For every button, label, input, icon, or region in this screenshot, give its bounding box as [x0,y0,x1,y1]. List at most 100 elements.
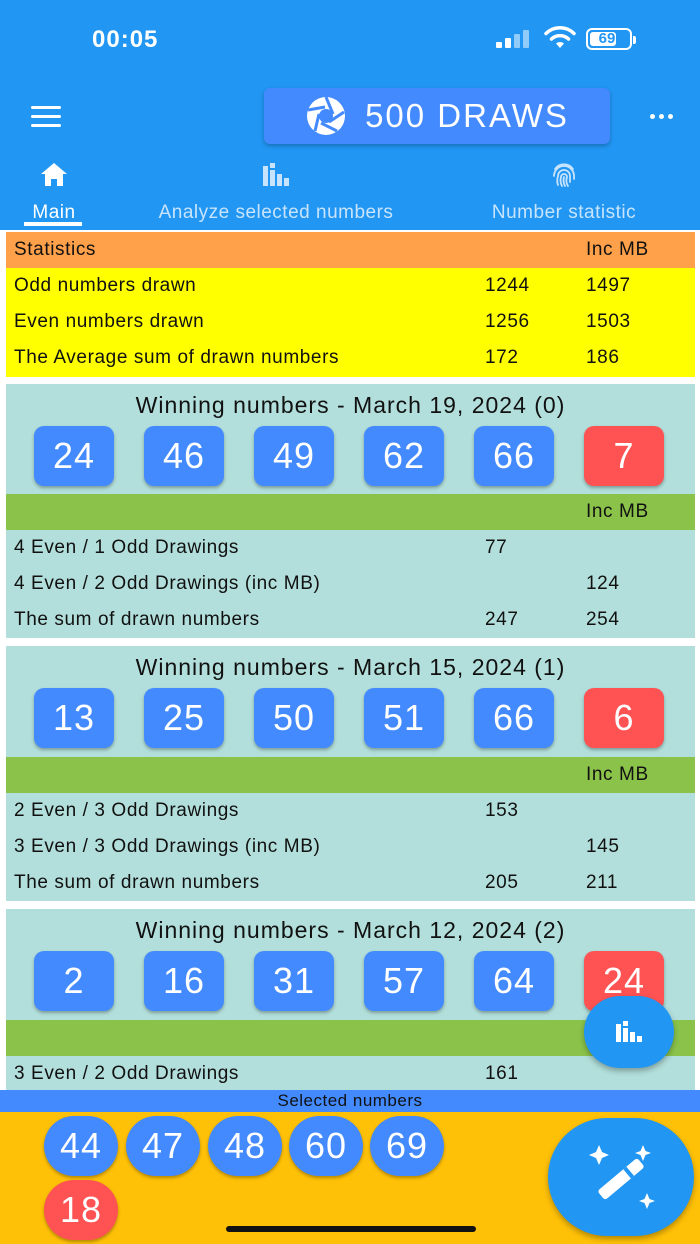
tab-bar: Main Analyze selected numbers Number sta… [0,152,700,230]
row-label: 3 Even / 3 Odd Drawings (inc MB) [14,836,321,857]
row-value-inc-mb: 145 [586,836,620,857]
main-content[interactable]: Statistics Inc MB Odd numbers drawn 1244… [0,230,700,1090]
draw-title: Winning numbers - March 12, 2024 (2) [135,917,566,943]
active-tab-indicator [24,222,82,226]
selected-number-ball[interactable]: 48 [208,1116,282,1176]
row-value: 1256 [485,311,530,332]
draw-card[interactable]: Winning numbers - March 15, 2024 (1) 13 … [6,646,695,901]
number-ball: 62 [364,426,444,486]
wifi-icon [544,26,576,48]
aperture-icon [307,96,346,135]
statistics-title: Statistics [14,239,97,260]
row-label: 2 Even / 3 Odd Drawings [14,800,240,821]
fingerprint-icon [553,163,575,187]
row-value-inc-mb: 254 [586,609,620,630]
number-ball: 57 [364,951,444,1011]
number-ball: 13 [34,688,114,748]
draw-stat-row: 3 Even / 3 Odd Drawings (inc MB) 145 [6,829,695,865]
tab-main[interactable]: Main [8,152,100,230]
inc-mb-header: Inc MB [586,764,649,785]
tab-main-label: Main [32,202,76,223]
row-value: 1244 [485,275,530,296]
statistics-header: Statistics Inc MB [6,232,695,268]
mega-ball: 6 [584,688,664,748]
selected-mega-ball[interactable]: 18 [44,1180,118,1240]
draw-card[interactable]: Winning numbers - March 12, 2024 (2) 2 1… [6,909,695,1090]
selected-number-ball[interactable]: 60 [289,1116,363,1176]
draw-title: Winning numbers - March 19, 2024 (0) [135,392,566,418]
selected-number-ball[interactable]: 69 [370,1116,444,1176]
row-value: 161 [485,1063,519,1084]
bar-chart-icon [616,1021,642,1042]
number-ball: 2 [34,951,114,1011]
draw-stat-row: 4 Even / 2 Odd Drawings (inc MB) 124 [6,566,695,602]
statistics-row: Odd numbers drawn 1244 1497 [6,268,695,304]
row-label: The sum of drawn numbers [14,872,260,893]
selected-number-ball[interactable]: 44 [44,1116,118,1176]
number-ball: 25 [144,688,224,748]
draw-card[interactable]: Winning numbers - March 19, 2024 (0) 24 … [6,384,695,638]
hamburger-icon[interactable] [28,104,64,130]
draws-count-button[interactable]: 500 DRAWS [264,88,610,144]
draw-stat-row: 4 Even / 1 Odd Drawings 77 [6,530,695,566]
battery-level: 69 [598,30,616,47]
cellular-signal-icon [496,30,536,48]
number-ball: 50 [254,688,334,748]
draw-title: Winning numbers - March 15, 2024 (1) [135,654,566,680]
draw-stat-row: 3 Even / 2 Odd Drawings 161 [6,1056,695,1090]
row-value-inc-mb: 124 [586,573,620,594]
number-ball: 51 [364,688,444,748]
row-label: 4 Even / 2 Odd Drawings (inc MB) [14,573,321,594]
draw-stat-row: 2 Even / 3 Odd Drawings 153 [6,793,695,829]
row-value: 172 [485,347,519,368]
number-ball: 16 [144,951,224,1011]
more-dots-icon[interactable] [644,104,678,128]
row-label: 3 Even / 2 Odd Drawings [14,1063,240,1084]
statistics-row: Even numbers drawn 1256 1503 [6,304,695,340]
row-label: The sum of drawn numbers [14,609,260,630]
selected-numbers-title: Selected numbers [0,1090,700,1112]
row-value: 205 [485,872,519,893]
battery-icon: 69 [586,28,636,50]
tab-analyze-label: Analyze selected numbers [158,202,394,223]
statistics-row: The Average sum of drawn numbers 172 186 [6,340,695,377]
magic-wand-icon [589,1145,655,1209]
mega-ball: 7 [584,426,664,486]
home-indicator [226,1226,476,1232]
row-label: Odd numbers drawn [14,275,197,296]
number-ball: 31 [254,951,334,1011]
selected-number-ball[interactable]: 47 [126,1116,200,1176]
row-value-inc-mb: 1503 [586,311,631,332]
analyze-fab-button[interactable] [584,996,674,1068]
draw-stats-header: Inc MB [6,757,695,793]
generate-numbers-button[interactable] [548,1118,694,1236]
number-ball: 24 [34,426,114,486]
app-title: 500 DRAWS [365,97,569,134]
home-icon [41,163,67,186]
row-label: 4 Even / 1 Odd Drawings [14,537,240,558]
status-time: 00:05 [92,26,159,53]
app-header: 00:05 69 500 DRAWS Main Analyze selected… [0,0,700,230]
tab-number-statistic-label: Number statistic [491,202,637,223]
row-value: 247 [485,609,519,630]
draw-stat-row: The sum of drawn numbers 205 211 [6,865,695,901]
draw-stats-header: Inc MB [6,494,695,530]
draw-stat-row: The sum of drawn numbers 247 254 [6,602,695,638]
number-ball: 49 [254,426,334,486]
inc-mb-header: Inc MB [586,501,649,522]
row-value: 153 [485,800,519,821]
bar-chart-icon [263,163,289,186]
row-label: The Average sum of drawn numbers [14,347,340,368]
tab-analyze[interactable]: Analyze selected numbers [126,152,426,230]
statistics-col-header: Inc MB [586,239,649,260]
number-ball: 66 [474,688,554,748]
row-value-inc-mb: 186 [586,347,620,368]
status-bar: 00:05 69 [0,0,700,80]
row-value-inc-mb: 1497 [586,275,631,296]
number-ball: 46 [144,426,224,486]
row-label: Even numbers drawn [14,311,205,332]
row-value-inc-mb: 211 [586,872,619,893]
number-ball: 66 [474,426,554,486]
row-value: 77 [485,537,508,558]
tab-number-statistic[interactable]: Number statistic [462,152,666,230]
